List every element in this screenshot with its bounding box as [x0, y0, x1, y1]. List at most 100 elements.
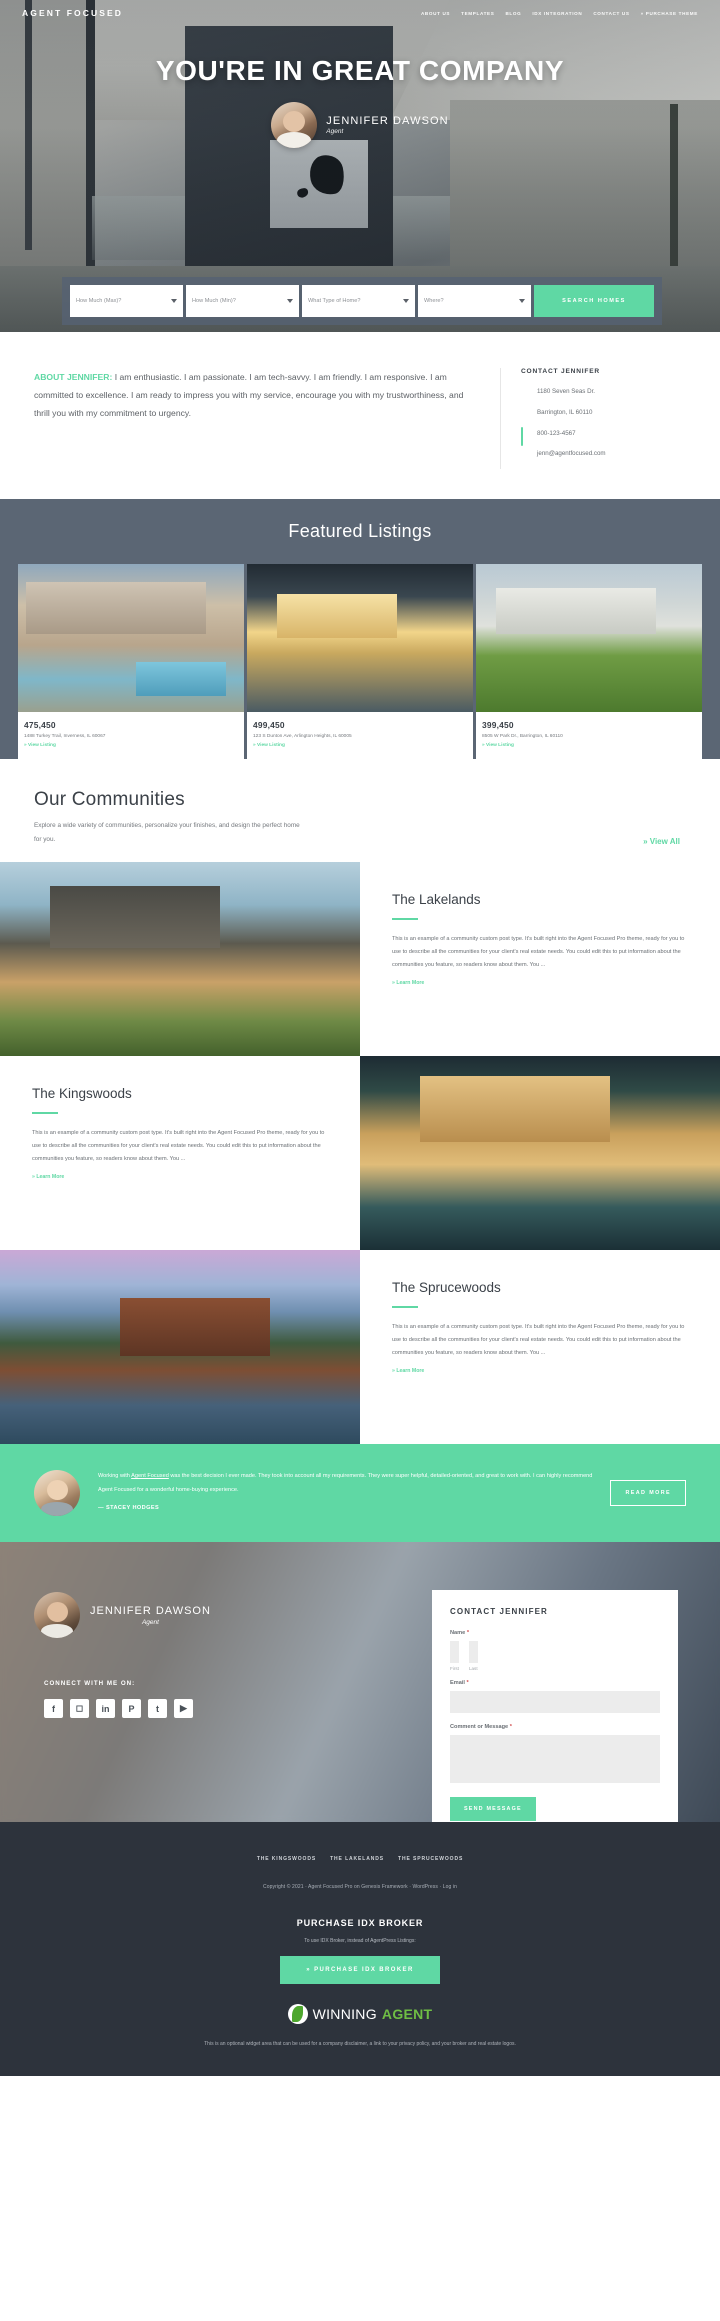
- search-home-type-select[interactable]: What Type of Home?: [302, 285, 415, 317]
- search-location-select[interactable]: Where?: [418, 285, 531, 317]
- listing-price: 475,450: [24, 720, 56, 731]
- site-logo[interactable]: AGENT FOCUSED: [22, 8, 123, 18]
- title-divider: [392, 918, 418, 920]
- testimonial-body: Working with Agent Focused was the best …: [98, 1470, 592, 1515]
- view-all-link[interactable]: » View All: [643, 837, 680, 846]
- communities-section: Our Communities Explore a wide variety o…: [0, 759, 720, 1445]
- search-price-min-select[interactable]: How Much (Min)?: [186, 285, 299, 317]
- listing-image: [476, 564, 702, 713]
- community-image: [0, 1250, 360, 1445]
- footer-link-lakelands[interactable]: THE LAKELANDS: [330, 1856, 384, 1862]
- agent-profile-block: JENNIFER DAWSON Agent CONNECT WITH ME ON…: [34, 1592, 234, 1719]
- contact-form: CONTACT JENNIFER Name * First Last Email…: [432, 1590, 678, 1823]
- search-homes-button[interactable]: SEARCH HOMES: [534, 285, 654, 317]
- footer-disclaimer: This is an optional widget area that can…: [204, 2041, 516, 2048]
- message-label: Comment or Message *: [450, 1724, 512, 1731]
- idx-heading: PURCHASE IDX BROKER: [296, 1918, 424, 1929]
- community-title[interactable]: The Lakelands: [392, 892, 688, 907]
- community-image: [360, 1056, 720, 1251]
- winning-agent-logo[interactable]: WINNING AGENT: [0, 2004, 720, 2025]
- community-title[interactable]: The Kingswoods: [32, 1086, 328, 1101]
- connect-label: CONNECT WITH ME ON:: [44, 1680, 136, 1688]
- contact-address-row: 1180 Seven Seas Dr.: [521, 386, 686, 398]
- listing-card[interactable]: 499,450 123 S Dunton Ave, Arlington Heig…: [247, 564, 473, 760]
- nav-item-templates[interactable]: TEMPLATES: [461, 11, 494, 16]
- linkedin-icon[interactable]: in: [96, 1699, 115, 1719]
- community-body: This is an example of a community custom…: [392, 935, 685, 968]
- required-marker: *: [509, 1724, 512, 1731]
- map-pin-icon: [521, 386, 530, 397]
- nav-item-about-us[interactable]: ABOUT US: [421, 11, 450, 16]
- required-marker: *: [466, 1680, 469, 1687]
- nav-item-idx-integration[interactable]: IDX INTEGRATION: [532, 11, 582, 16]
- hero-title: YOU'RE IN GREAT COMPANY: [155, 55, 565, 86]
- nav-item-blog[interactable]: BLOG: [505, 11, 521, 16]
- form-heading: CONTACT JENNIFER: [450, 1607, 548, 1617]
- footer-copyright: Copyright © 2021 · Agent Focused Pro on …: [263, 1884, 457, 1891]
- facebook-icon[interactable]: f: [44, 1699, 63, 1719]
- search-price-max-select[interactable]: How Much (Max)?: [70, 285, 183, 317]
- communities-heading: Our Communities: [34, 789, 185, 811]
- send-message-button[interactable]: SEND MESSAGE: [450, 1797, 536, 1822]
- first-name-hint: First: [450, 1666, 459, 1672]
- testimonial-section: Working with Agent Focused was the best …: [0, 1444, 720, 1543]
- listing-address: 1488 Turkey Trail, Inverness, IL 60067: [24, 734, 106, 740]
- property-search-bar: How Much (Max)? How Much (Min)? What Typ…: [62, 277, 662, 325]
- testimonial-author: — STACEY HODGES: [98, 1505, 160, 1512]
- about-label: ABOUT JENNIFER:: [34, 372, 113, 382]
- testimonial-avatar: [34, 1470, 80, 1517]
- contact-email[interactable]: jenn@agentfocused.com: [537, 448, 606, 460]
- purchase-idx-broker-button[interactable]: » PURCHASE IDX BROKER: [280, 1956, 440, 1985]
- testimonial-link[interactable]: Agent Focused: [131, 1473, 169, 1479]
- learn-more-link[interactable]: » Learn More: [392, 1368, 688, 1374]
- pinterest-icon[interactable]: P: [122, 1699, 141, 1719]
- community-title[interactable]: The Sprucewoods: [392, 1280, 688, 1295]
- chevron-down-icon: [519, 299, 525, 303]
- email-field[interactable]: [450, 1691, 660, 1714]
- instagram-icon[interactable]: ◻: [70, 1699, 89, 1719]
- contact-phone-row: 800-123-4567: [521, 426, 686, 446]
- search-price-max-label: How Much (Max)?: [76, 298, 122, 304]
- testimonial-text-after: was the best decision I ever made. They …: [98, 1473, 593, 1493]
- site-header: AGENT FOCUSED ABOUT US TEMPLATES BLOG ID…: [0, 0, 720, 26]
- community-row-lakelands: The Lakelands This is an example of a co…: [0, 862, 720, 1057]
- listing-card[interactable]: 475,450 1488 Turkey Trail, Inverness, IL…: [18, 564, 244, 760]
- search-home-type-label: What Type of Home?: [308, 298, 361, 304]
- community-row-kingswoods: The Kingswoods This is an example of a c…: [0, 1056, 720, 1251]
- first-name-input[interactable]: [450, 1641, 459, 1664]
- learn-more-link[interactable]: » Learn More: [392, 980, 688, 986]
- view-listing-link[interactable]: » View Listing: [253, 743, 467, 748]
- learn-more-link[interactable]: » Learn More: [32, 1174, 328, 1180]
- community-image: [0, 862, 360, 1057]
- page-root: AGENT FOCUSED ABOUT US TEMPLATES BLOG ID…: [0, 0, 720, 2077]
- last-name-input[interactable]: [468, 1641, 478, 1664]
- footer-link-sprucewoods[interactable]: THE SPRUCEWOODS: [398, 1856, 463, 1862]
- read-more-button[interactable]: READ MORE: [610, 1480, 686, 1507]
- hero-section: AGENT FOCUSED ABOUT US TEMPLATES BLOG ID…: [0, 0, 720, 332]
- logo-text-winning: WINNING: [312, 2006, 377, 2023]
- message-textarea[interactable]: [450, 1735, 660, 1784]
- view-listing-link[interactable]: » View Listing: [24, 743, 238, 748]
- community-body: This is an example of a community custom…: [32, 1129, 325, 1162]
- view-listing-link[interactable]: » View Listing: [482, 743, 696, 748]
- twitter-icon[interactable]: t: [148, 1699, 167, 1719]
- footer-link-kingswoods[interactable]: THE KINGSWOODS: [257, 1856, 316, 1862]
- email-label: Email *: [450, 1680, 469, 1687]
- hero-agent-badge: JENNIFER DAWSON Agent: [0, 102, 720, 148]
- contact-phone[interactable]: 800-123-4567: [537, 428, 576, 440]
- agent-avatar: [271, 102, 318, 148]
- youtube-icon[interactable]: ▶: [174, 1699, 193, 1719]
- primary-nav: ABOUT US TEMPLATES BLOG IDX INTEGRATION …: [421, 11, 698, 16]
- about-section: ABOUT JENNIFER: I am enthusiastic. I am …: [0, 332, 720, 500]
- featured-listings-section: Featured Listings 475,450 1488 Turkey Tr…: [0, 499, 720, 760]
- mail-icon: [521, 448, 530, 459]
- contact-info-panel: CONTACT JENNIFER 1180 Seven Seas Dr. Bar…: [500, 368, 686, 470]
- nav-item-purchase-theme[interactable]: » PURCHASE THEME: [641, 11, 698, 16]
- contact-email-row: jenn@agentfocused.com: [521, 448, 686, 460]
- footer-nav: THE KINGSWOODS THE LAKELANDS THE SPRUCEW…: [0, 1856, 720, 1862]
- listing-card[interactable]: 399,450 8505 W Park Dr., Barrington, IL …: [476, 564, 702, 760]
- nav-item-contact-us[interactable]: CONTACT US: [593, 11, 629, 16]
- name-label: Name *: [450, 1630, 469, 1637]
- listing-address: 8505 W Park Dr., Barrington, IL 60110: [482, 734, 563, 740]
- phone-icon: [521, 426, 530, 446]
